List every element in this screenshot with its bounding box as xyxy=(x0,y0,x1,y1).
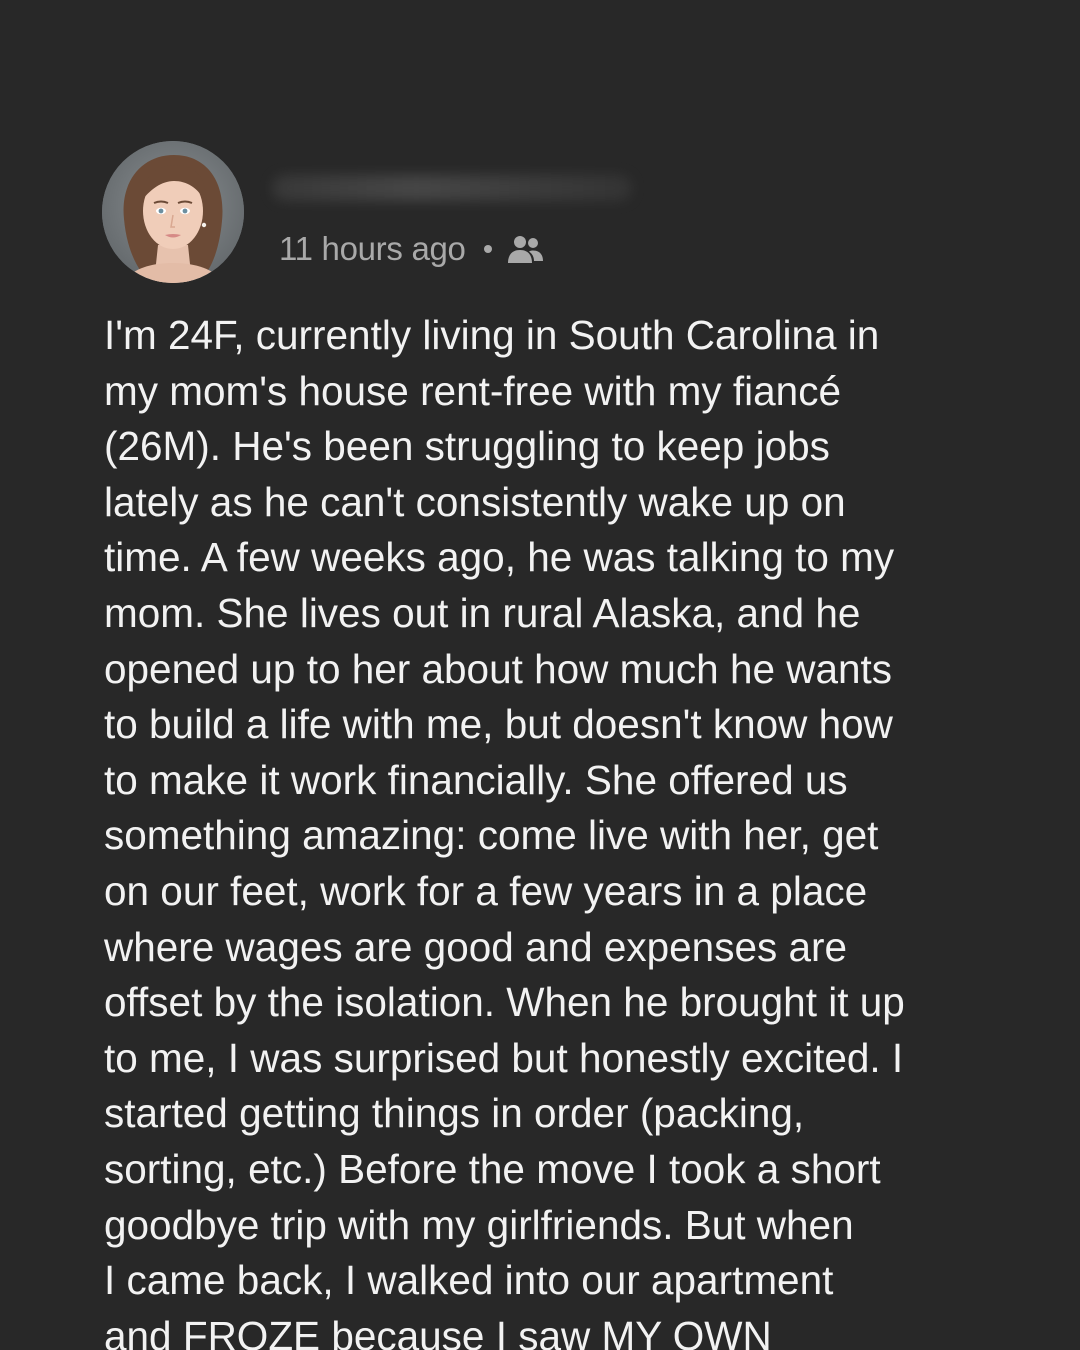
meta-separator-dot xyxy=(483,245,492,253)
post-body-text: I'm 24F, currently living in South Carol… xyxy=(104,312,905,1350)
post-timestamp[interactable]: 11 hours ago xyxy=(279,230,466,268)
post-screenshot: 11 hours ago I'm 24F, currently living i… xyxy=(0,0,1080,1350)
friends-audience-icon[interactable] xyxy=(506,233,546,265)
profile-photo-icon xyxy=(102,141,244,283)
post-header: 11 hours ago xyxy=(102,141,1002,283)
post-meta: 11 hours ago xyxy=(279,227,546,271)
author-avatar[interactable] xyxy=(102,141,244,283)
author-name-blurred[interactable] xyxy=(272,175,632,201)
